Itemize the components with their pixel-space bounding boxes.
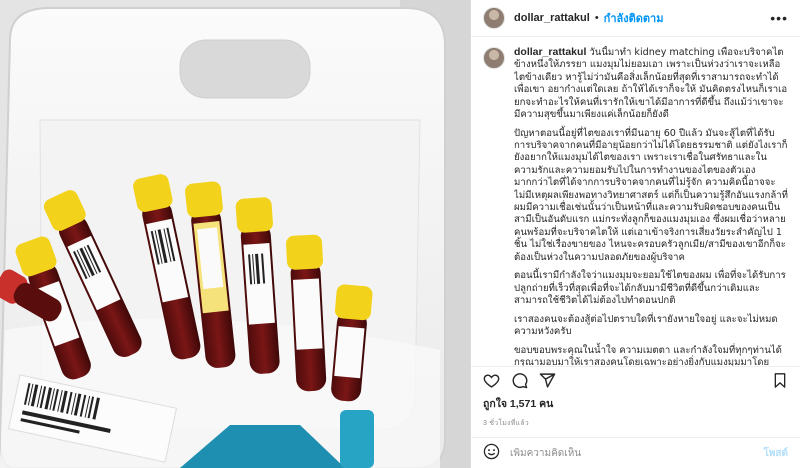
caption-text: dollar_rattakul วันนี้มาทำ kidney matchi… [514, 46, 788, 366]
share-icon[interactable] [539, 372, 556, 389]
caption-username[interactable]: dollar_rattakul [514, 46, 586, 58]
post-photo [0, 0, 470, 468]
comment-bar: โพสต์ [471, 437, 800, 468]
caption-paragraph: ปัญหาตอนนี้อยู่ที่ไตของเราที่มีนอายุ 60 … [514, 127, 788, 263]
heart-icon[interactable] [483, 372, 500, 389]
caption-paragraph: เราสองคนจะต้องสู้ต่อไปตราบใดที่เรายังหาย… [514, 313, 778, 338]
caption-paragraph: dollar_rattakul วันนี้มาทำ kidney matchi… [514, 46, 788, 121]
instagram-post: dollar_rattakul • กำลังติดตาม ••• dollar… [0, 0, 800, 468]
avatar[interactable] [483, 47, 505, 69]
caption-section: dollar_rattakul วันนี้มาทำ kidney matchi… [471, 37, 800, 366]
likes-count[interactable]: ถูกใจ 1,571 คน [471, 393, 800, 412]
emoji-icon[interactable] [483, 443, 500, 463]
caption-paragraph: ขอบขอบพระคุณในน้ำใจ ความเมตตา และกำลังใจ… [514, 344, 782, 366]
bookmark-icon[interactable] [772, 372, 788, 389]
post-header: dollar_rattakul • กำลังติดตาม ••• [471, 0, 800, 37]
username-link[interactable]: dollar_rattakul [514, 12, 590, 24]
caption-paragraph: ตอนนี้เรามีกำลังใจว่าแมงมุมจะยอมใช้ไตของ… [514, 270, 786, 307]
blood-sample-tubes-image [0, 0, 470, 468]
avatar[interactable] [483, 7, 505, 29]
comment-icon[interactable] [511, 372, 528, 389]
post-sidebar: dollar_rattakul • กำลังติดตาม ••• dollar… [470, 0, 800, 468]
post-timestamp[interactable]: 3 ชั่วโมงที่แล้ว [471, 412, 800, 429]
action-bar [471, 366, 800, 393]
following-button[interactable]: กำลังติดตาม [604, 9, 664, 27]
post-comment-button[interactable]: โพสต์ [763, 446, 788, 461]
separator-dot: • [594, 12, 599, 24]
more-horizontal-icon[interactable]: ••• [770, 10, 788, 26]
comment-input[interactable] [508, 446, 764, 460]
